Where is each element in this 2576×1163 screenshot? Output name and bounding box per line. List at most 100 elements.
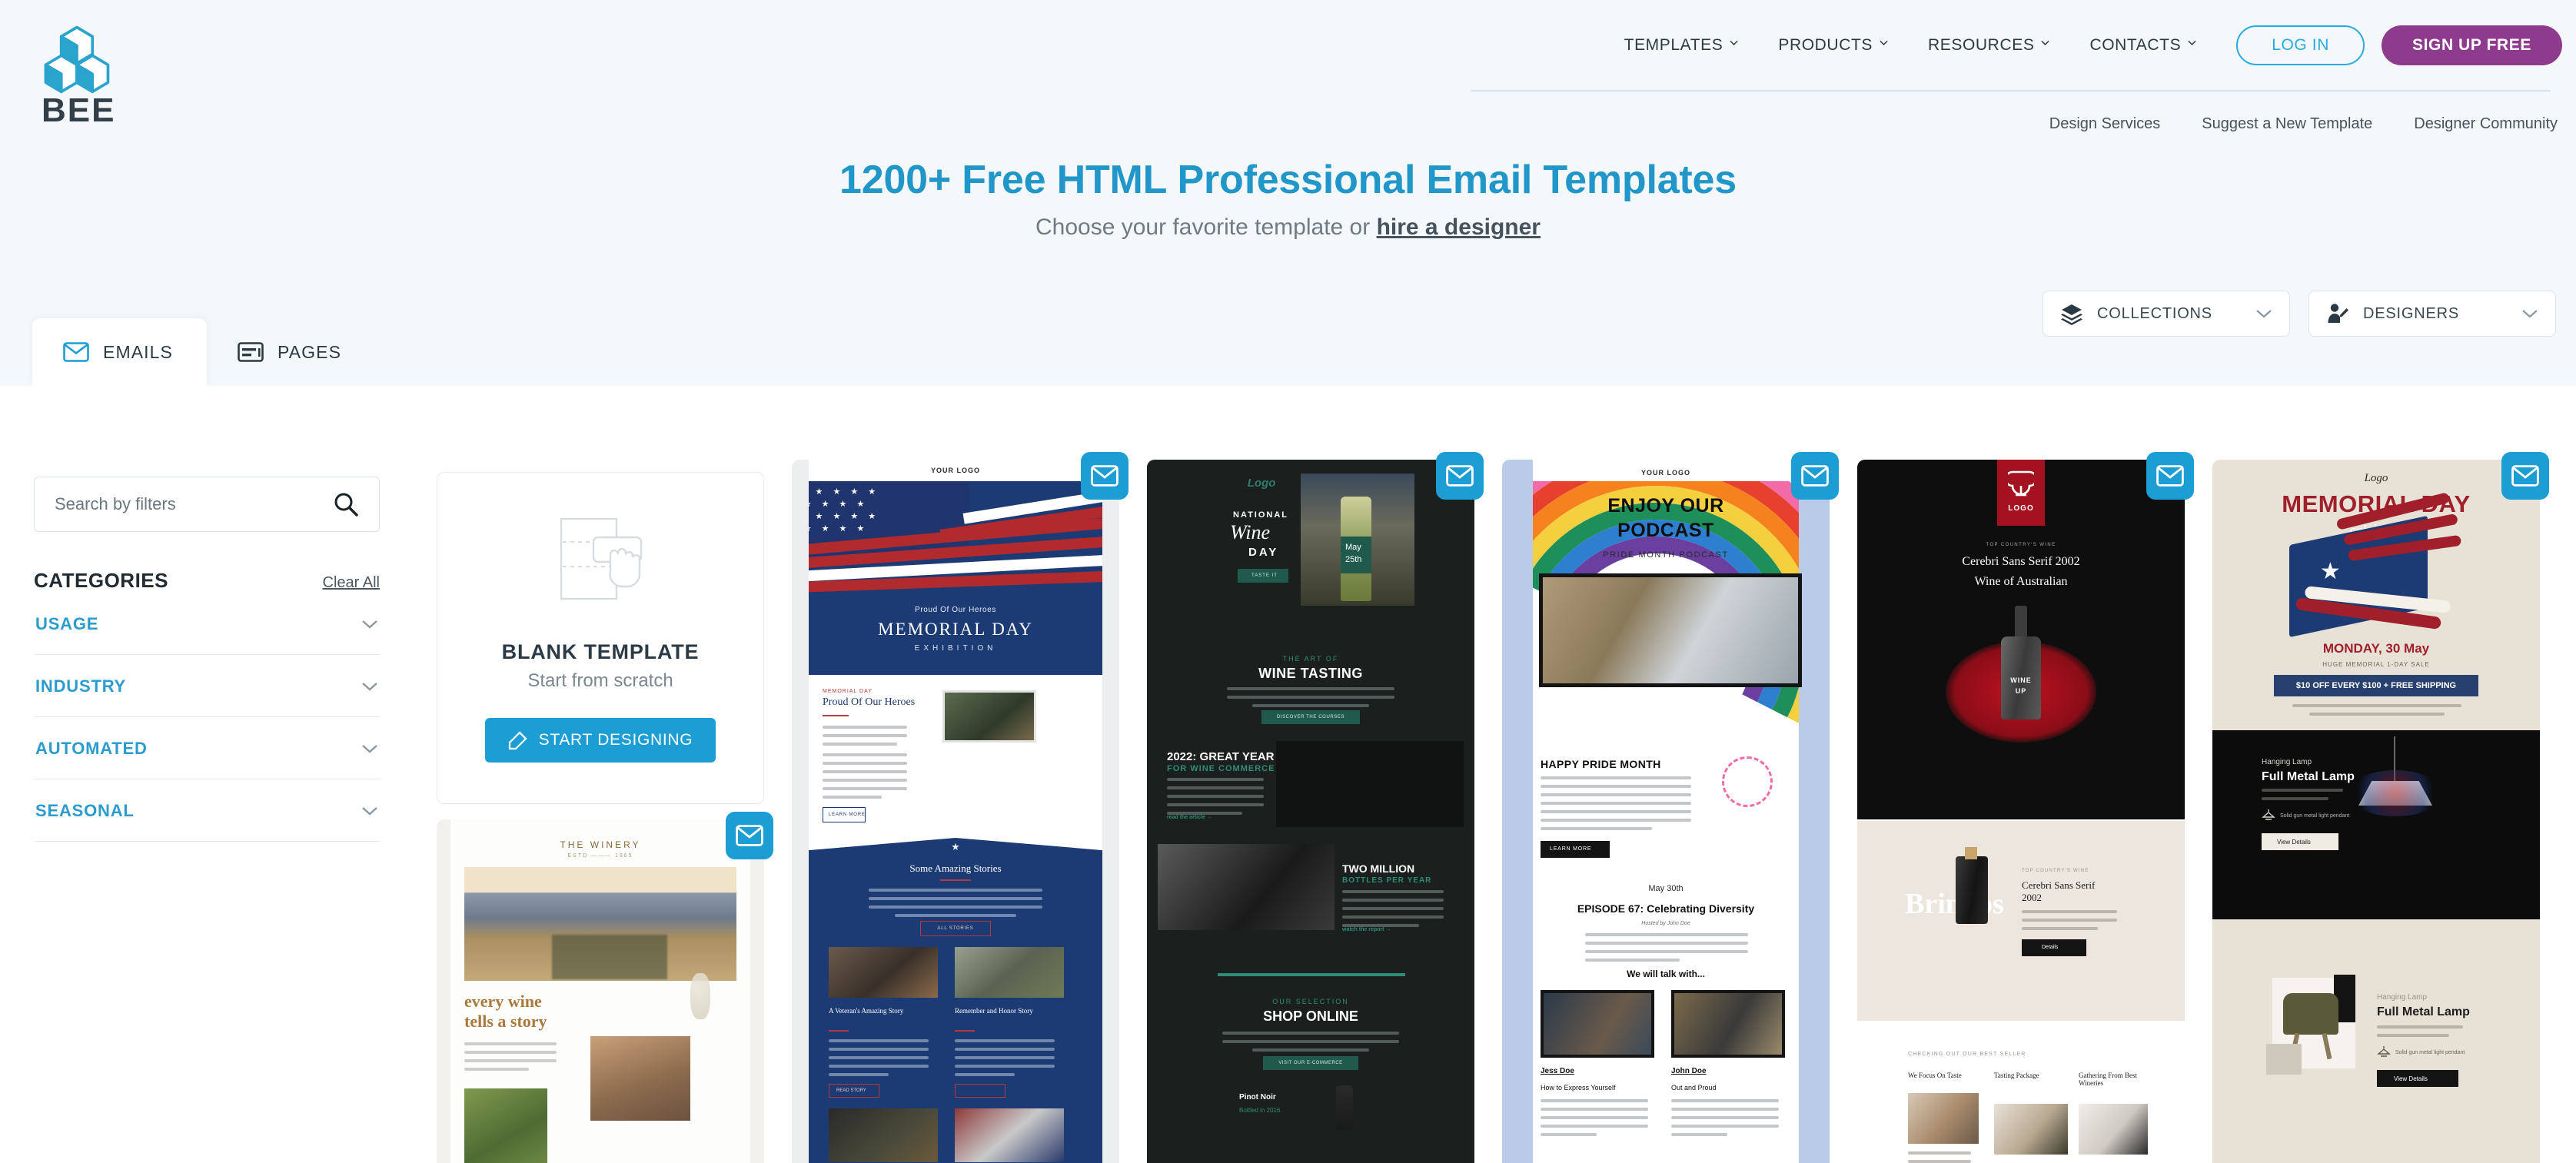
search-input[interactable] xyxy=(55,494,333,514)
categories-header: CATEGORIES Clear All xyxy=(34,569,380,593)
start-designing-button[interactable]: START DESIGNING xyxy=(484,717,716,763)
header-band: BEE TEMPLATES PRODUCTS RESOURCES CONTACT… xyxy=(0,0,2576,386)
envelope-icon xyxy=(736,825,763,846)
podcast-section-title: HAPPY PRIDE MONTH xyxy=(1541,758,1661,770)
envelope-icon xyxy=(2156,465,2184,487)
email-type-badge xyxy=(2146,452,2194,500)
wineday-cta-1: TASTE IT xyxy=(1251,573,1278,578)
blank-template-card[interactable]: BLANK TEMPLATE Start from scratch START … xyxy=(437,472,764,804)
envelope-icon xyxy=(1801,465,1829,487)
cerebri-item-3: Gathering From Best Wineries xyxy=(2079,1072,2137,1087)
category-item-seasonal[interactable]: SEASONAL xyxy=(34,779,380,842)
memorial-eyebrow: Proud Of Our Heroes xyxy=(915,606,996,614)
hero-subtitle: Choose your favorite template or hire a … xyxy=(0,214,2576,241)
chevron-down-icon xyxy=(362,807,377,816)
collections-dropdown[interactable]: COLLECTIONS xyxy=(2043,291,2290,337)
podcast-cta-1: LEARN MORE xyxy=(1550,846,1592,852)
email-type-badge xyxy=(726,812,773,859)
template-card-memorial-sale[interactable]: Logo MEMORIAL DAY celebration ★ MONDAY, … xyxy=(2212,452,2549,1163)
sale-product-cta-1: View Details xyxy=(2277,839,2311,846)
template-card-winery[interactable]: THE WINERY ESTD ——— 1965 every wine tell… xyxy=(437,812,773,1163)
search-filters-box[interactable] xyxy=(34,477,380,532)
nav-item-products[interactable]: PRODUCTS xyxy=(1758,28,1908,62)
chevron-down-icon xyxy=(362,620,377,629)
wineday-kicker-4: OUR SELECTION xyxy=(1272,998,1349,1005)
layers-icon xyxy=(2061,304,2082,325)
memorial-cta-2: ALL STORIES xyxy=(937,926,974,931)
template-card-cerebri-wine[interactable]: LOGO TOP COUNTRY'S WINE Cerebri Sans Ser… xyxy=(1857,452,2194,1163)
email-type-badge xyxy=(1436,452,1484,500)
cerebri-product-kicker: TOP COUNTRY'S WINE xyxy=(2022,869,2089,873)
nav-item-resources-label: RESOURCES xyxy=(1928,36,2035,54)
wineday-sub-3: BOTTLES PER YEAR xyxy=(1342,876,1432,885)
email-type-badge xyxy=(1081,452,1128,500)
category-item-automated[interactable]: AUTOMATED xyxy=(34,717,380,779)
page-icon xyxy=(238,342,264,362)
category-item-seasonal-label: SEASONAL xyxy=(35,801,135,820)
sale-product-kicker-2: Hanging Lamp xyxy=(2377,993,2428,1002)
hire-a-designer-link[interactable]: hire a designer xyxy=(1377,214,1541,240)
wineday-bottle-label-2: 25th xyxy=(1345,555,1362,564)
nav-item-contacts[interactable]: CONTACTS xyxy=(2069,28,2216,62)
category-item-usage-label: USAGE xyxy=(35,614,99,633)
nav-item-resources[interactable]: RESOURCES xyxy=(1908,28,2069,62)
search-icon[interactable] xyxy=(333,491,359,517)
login-button[interactable]: LOG IN xyxy=(2236,25,2365,65)
envelope-icon xyxy=(63,342,89,362)
sale-product-kicker-1: Hanging Lamp xyxy=(2262,758,2312,766)
cerebri-bestseller-kicker: CHECKING OUT OUR BEST SELLER xyxy=(1908,1052,2026,1057)
tab-pages[interactable]: PAGES xyxy=(207,318,375,386)
tab-emails[interactable]: EMAILS xyxy=(32,318,207,386)
wineday-title-4: SHOP ONLINE xyxy=(1263,1008,1358,1024)
hero-subtitle-text: Choose your favorite template or xyxy=(1035,214,1377,240)
wineday-bottle-label-1: May xyxy=(1345,543,1361,552)
winery-body-text xyxy=(464,1042,557,1076)
designers-dropdown[interactable]: DESIGNERS xyxy=(2308,291,2556,337)
template-card-memorial-exhibition[interactable]: YOUR LOGO ★ ★ ★ ★ ★ ★ ★ ★ ★ ★ ★ ★ ★ ★ Pr… xyxy=(792,452,1128,1163)
wineday-sub-2: FOR WINE COMMERCE xyxy=(1167,764,1275,773)
filter-dropdowns: COLLECTIONS DESIGNERS xyxy=(2043,291,2556,337)
chevron-down-icon xyxy=(1880,40,1888,48)
category-item-industry[interactable]: INDUSTRY xyxy=(34,655,380,717)
wineday-link-2: read the article → xyxy=(1167,815,1212,820)
cerebri-title-1: Cerebri Sans Serif 2002 xyxy=(1962,555,2080,568)
wineday-hero-2: Wine xyxy=(1230,521,1270,543)
start-designing-label: START DESIGNING xyxy=(538,730,693,749)
hero-section: 1200+ Free HTML Professional Email Templ… xyxy=(0,158,2576,241)
podcast-hosted-by: Hosted by John Doe xyxy=(1641,921,1690,926)
podcast-title-2: PODCAST xyxy=(1617,520,1714,541)
category-item-usage[interactable]: USAGE xyxy=(34,593,380,655)
sale-product-title-1: Full Metal Lamp xyxy=(2262,770,2355,783)
memorial-stories-title: Some Amazing Stories xyxy=(909,862,1002,874)
podcast-guest-1-topic: How to Express Yourself xyxy=(1541,1084,1616,1092)
pencil-edit-icon xyxy=(508,730,527,749)
subnav-item-suggest-template[interactable]: Suggest a New Template xyxy=(2202,115,2372,133)
template-card-pride-podcast[interactable]: YOUR LOGO ENJOY OUR PODCAST PRIDE MONTH … xyxy=(1502,452,1839,1163)
memorial-cta-1: LEARN MORE xyxy=(829,812,866,817)
template-card-national-wine-day[interactable]: Logo May 25th NATIONAL Wine DAY TASTE IT… xyxy=(1147,452,1484,1163)
sale-offer: $10 OFF EVERY $100 + FREE SHIPPING xyxy=(2295,681,2457,690)
nav-item-templates[interactable]: TEMPLATES xyxy=(1604,28,1759,62)
envelope-icon xyxy=(1446,465,1474,487)
subnav-item-designer-community[interactable]: Designer Community xyxy=(2414,115,2558,133)
wineday-product: Pinot Noir xyxy=(1239,1093,1276,1102)
blank-template-title: BLANK TEMPLATE xyxy=(501,640,700,663)
wineday-title-2: 2022: GREAT YEAR xyxy=(1167,750,1275,763)
clear-all-link[interactable]: Clear All xyxy=(323,574,380,592)
podcast-guest-1-name: Jess Doe xyxy=(1541,1067,1574,1075)
cerebri-watermark: Brindos xyxy=(1905,888,2004,920)
memorial-story-cta: READ STORY xyxy=(836,1088,866,1093)
signup-button[interactable]: SIGN UP FREE xyxy=(2381,25,2562,65)
wine-glass-logo-icon xyxy=(2008,470,2034,497)
envelope-icon xyxy=(1091,465,1118,487)
page-title: 1200+ Free HTML Professional Email Templ… xyxy=(839,158,1737,202)
subnav-item-design-services[interactable]: Design Services xyxy=(2049,115,2161,133)
sale-flag-star-icon: ★ xyxy=(2319,559,2341,584)
wineday-hero-1: NATIONAL xyxy=(1233,510,1289,520)
memorial-logo: YOUR LOGO xyxy=(930,467,981,474)
memorial-section-kicker: MEMORIAL DAY xyxy=(823,689,873,694)
memorial-star-divider: ★ xyxy=(951,841,960,852)
wineday-cta-2: DISCOVER THE COURSES xyxy=(1276,715,1345,719)
nav-item-products-label: PRODUCTS xyxy=(1778,36,1873,54)
brand-logo[interactable]: BEE xyxy=(31,23,169,128)
